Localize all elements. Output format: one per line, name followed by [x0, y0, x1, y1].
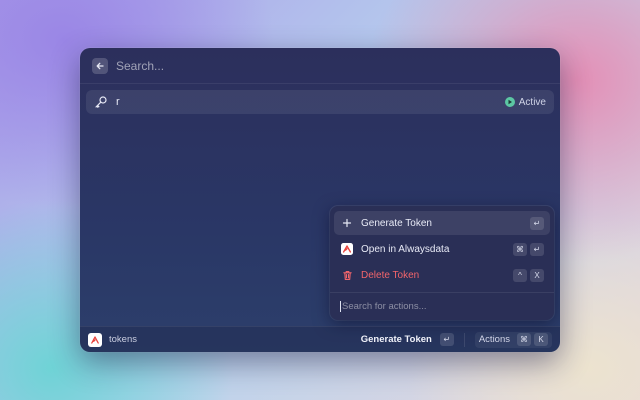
arrow-left-icon: [96, 62, 104, 69]
alwaysdata-logo-icon: [340, 242, 354, 256]
text-caret: [340, 300, 341, 312]
shortcut-key: X: [530, 268, 544, 282]
trash-icon: [340, 268, 354, 282]
shortcut-key: ↵: [530, 216, 544, 230]
actions-label: Actions: [478, 334, 510, 345]
actions-search-input[interactable]: Search for actions...: [340, 298, 544, 314]
shortcut-key: K: [534, 333, 548, 346]
actions-button[interactable]: Actions ⌘ K: [474, 331, 552, 348]
search-input[interactable]: Search...: [116, 59, 164, 73]
shortcut-key: ⌘: [513, 242, 527, 256]
back-button[interactable]: [92, 57, 108, 74]
action-generate-token[interactable]: Generate Token ↵: [334, 211, 550, 235]
action-open-in-alwaysdata[interactable]: Open in Alwaysdata ⌘ ↵: [334, 237, 550, 261]
divider: [330, 292, 554, 293]
action-label: Open in Alwaysdata: [361, 243, 450, 255]
action-delete-token[interactable]: Delete Token ^ X: [334, 263, 550, 287]
key-icon: [94, 95, 108, 109]
plus-icon: [340, 216, 354, 230]
action-label: Delete Token: [361, 269, 420, 281]
shortcut-key: ↵: [439, 333, 454, 346]
list-item-title: r: [116, 96, 120, 108]
shortcut-key: ↵: [530, 242, 544, 256]
status-badge: Active: [504, 96, 546, 108]
status-dot-icon: [504, 97, 515, 107]
search-bar: Search...: [80, 48, 560, 84]
shortcut-key: ^: [513, 268, 527, 282]
command-window: Search... r Active Generate Token ↵ Open…: [80, 48, 560, 352]
footer-title: tokens: [109, 334, 137, 345]
alwaysdata-logo-icon: [88, 332, 102, 347]
primary-action-button[interactable]: Generate Token: [361, 334, 432, 345]
divider: [463, 332, 465, 347]
shortcut-key: ⌘: [517, 333, 531, 346]
action-label: Generate Token: [361, 217, 432, 229]
actions-panel: Generate Token ↵ Open in Alwaysdata ⌘ ↵ …: [330, 206, 554, 320]
list-item[interactable]: r Active: [86, 90, 554, 114]
actions-search-placeholder: Search for actions...: [342, 300, 427, 312]
footer-bar: tokens Generate Token ↵ Actions ⌘ K: [80, 326, 560, 352]
status-label: Active: [518, 96, 546, 108]
